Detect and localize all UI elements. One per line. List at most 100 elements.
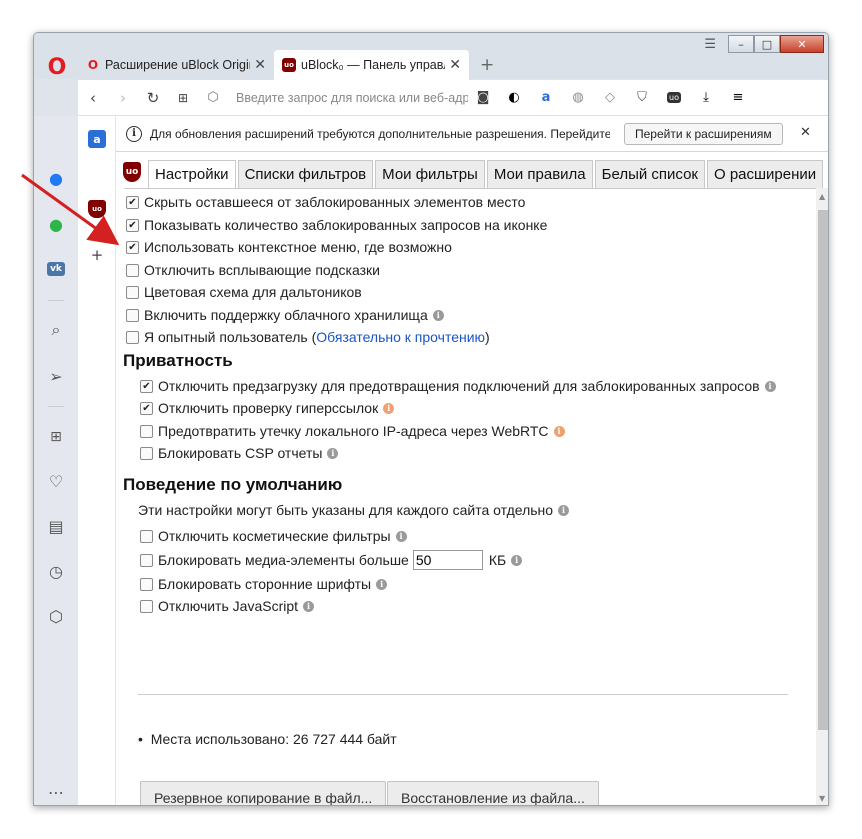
- download-icon[interactable]: ⤓: [690, 84, 722, 112]
- opera-extension-icon[interactable]: ◐: [498, 84, 530, 112]
- tab-my-filters[interactable]: Мои фильтры: [375, 160, 485, 188]
- back-icon[interactable]: ‹: [78, 84, 108, 112]
- easy-setup-icon[interactable]: ☰: [704, 37, 716, 52]
- extensions-cube-icon[interactable]: ⬡: [44, 604, 68, 628]
- warning-info-icon[interactable]: i: [553, 425, 565, 437]
- checkbox[interactable]: [126, 263, 139, 277]
- forward-icon[interactable]: ›: [108, 84, 138, 112]
- backup-button[interactable]: Резервное копирование в файл...: [140, 781, 387, 805]
- option-prefetch[interactable]: ✔ Отключить предзагрузку для предотвраще…: [140, 378, 776, 394]
- address-bar[interactable]: Введите запрос для поиска или веб-адрес: [228, 86, 468, 110]
- restore-button[interactable]: Восстановление из файла...: [387, 781, 599, 805]
- reload-icon[interactable]: ↻: [138, 84, 168, 112]
- option-cloud-storage[interactable]: Включить поддержку облачного хранилища i: [126, 307, 444, 323]
- info-icon[interactable]: i: [511, 554, 523, 566]
- option-context-menu[interactable]: ✔ Использовать контекстное меню, где воз…: [126, 239, 452, 255]
- ublock-panel-icon[interactable]: uo: [88, 200, 106, 218]
- checkbox[interactable]: [126, 285, 139, 299]
- speed-dial-sidebar-icon[interactable]: ⊞: [44, 425, 68, 449]
- option-colorblind[interactable]: Цветовая схема для дальтоников: [126, 284, 362, 300]
- ublock-toolbar-icon[interactable]: uo: [658, 84, 690, 112]
- media-size-input[interactable]: [412, 550, 483, 570]
- tab-settings[interactable]: Настройки: [148, 160, 236, 188]
- checkbox[interactable]: ✔: [126, 195, 139, 209]
- tab-ublock-extension[interactable]: O Расширение uBlock Origin ✕: [78, 50, 274, 80]
- option-csp-reports[interactable]: Блокировать CSP отчеты i: [140, 445, 339, 461]
- checkbox[interactable]: [140, 599, 153, 613]
- more-icon[interactable]: ⋯: [44, 780, 68, 804]
- option-label: Предотвратить утечку локального IP-адрес…: [158, 423, 549, 439]
- scroll-up-icon[interactable]: ▲: [819, 192, 825, 201]
- option-show-badge[interactable]: ✔ Показывать количество заблокированных …: [126, 217, 547, 233]
- checkbox[interactable]: ✔: [126, 218, 139, 232]
- checkbox[interactable]: [140, 446, 153, 460]
- checkbox[interactable]: [140, 553, 153, 567]
- snapshot-icon[interactable]: ◙: [468, 84, 498, 112]
- maximize-icon[interactable]: □: [754, 35, 780, 53]
- vk-icon[interactable]: vk: [44, 257, 68, 281]
- info-icon: i: [126, 125, 142, 142]
- opera-logo-icon[interactable]: O: [44, 54, 70, 80]
- scroll-down-icon[interactable]: ▼: [819, 794, 825, 803]
- checkbox[interactable]: [140, 424, 153, 438]
- new-tab-icon[interactable]: +: [480, 55, 494, 75]
- brush-icon[interactable]: ◇: [594, 84, 626, 112]
- speed-dial-icon[interactable]: ⊞: [168, 84, 198, 112]
- tab-close-icon[interactable]: ✕: [449, 57, 461, 73]
- whatsapp-icon[interactable]: ●: [44, 212, 68, 236]
- tab-whitelist[interactable]: Белый список: [594, 160, 705, 188]
- close-window-icon[interactable]: ✕: [780, 35, 824, 53]
- search-icon[interactable]: ⌕: [44, 318, 68, 342]
- option-hide-placeholders[interactable]: ✔ Скрыть оставшееся от заблокированных э…: [126, 194, 525, 210]
- tab-close-icon[interactable]: ✕: [254, 57, 266, 73]
- option-no-javascript[interactable]: Отключить JavaScript i: [140, 598, 315, 614]
- tab-filter-lists[interactable]: Списки фильтров: [237, 160, 374, 188]
- option-suffix: ): [485, 329, 490, 345]
- checkbox[interactable]: ✔: [140, 401, 153, 415]
- security-badge-icon[interactable]: ⬡: [198, 84, 228, 112]
- option-remote-fonts[interactable]: Блокировать сторонние шрифты i: [140, 576, 388, 592]
- checkbox[interactable]: ✔: [126, 240, 139, 254]
- checkbox[interactable]: [126, 330, 139, 344]
- info-icon[interactable]: i: [558, 504, 570, 516]
- warning-info-icon[interactable]: i: [383, 402, 395, 414]
- settings-sliders-icon[interactable]: ≡: [722, 84, 754, 112]
- info-icon[interactable]: i: [327, 447, 339, 459]
- option-label: Отключить предзагрузку для предотвращени…: [158, 378, 760, 394]
- option-large-media[interactable]: Блокировать медиа-элементы больше КБ i: [140, 550, 523, 570]
- info-icon[interactable]: i: [395, 530, 407, 542]
- go-to-extensions-button[interactable]: Перейти к расширениям: [624, 123, 783, 145]
- heart-icon[interactable]: ♡: [44, 469, 68, 493]
- shield-icon[interactable]: ⛉: [626, 84, 658, 112]
- checkbox[interactable]: ✔: [140, 379, 153, 393]
- vertical-scrollbar[interactable]: ▲ ▼: [816, 188, 828, 805]
- checkbox[interactable]: [126, 308, 139, 322]
- tab-about[interactable]: О расширении: [706, 160, 824, 188]
- history-icon[interactable]: ◷: [44, 559, 68, 583]
- infobar-close-icon[interactable]: ✕: [800, 125, 811, 140]
- info-icon[interactable]: i: [432, 309, 444, 321]
- option-hyperlink-auditing[interactable]: ✔ Отключить проверку гиперссылок i: [140, 400, 395, 416]
- globe-icon[interactable]: ◍: [562, 84, 594, 112]
- option-webrtc[interactable]: Предотвратить утечку локального IP-адрес…: [140, 423, 565, 439]
- messenger-icon[interactable]: ●: [44, 166, 68, 190]
- checkbox[interactable]: [140, 529, 153, 543]
- tab-ublock-dashboard[interactable]: uo uBlock₀ — Панель управления ✕: [274, 50, 469, 80]
- tab-my-rules[interactable]: Мои правила: [486, 160, 593, 188]
- option-disable-tooltips[interactable]: Отключить всплывающие подсказки: [126, 262, 380, 278]
- title-bar: ☰ – □ ✕ O O Расширение uBlock Origin ✕ u…: [34, 33, 828, 80]
- add-panel-icon[interactable]: +: [88, 246, 106, 264]
- checkbox[interactable]: [140, 577, 153, 591]
- minimize-icon[interactable]: –: [728, 35, 754, 53]
- required-reading-link[interactable]: Обязательно к прочтению: [316, 329, 485, 345]
- info-icon[interactable]: i: [303, 600, 315, 612]
- translator-extension-icon[interactable]: a: [530, 84, 562, 112]
- option-advanced-user[interactable]: Я опытный пользователь ( Обязательно к п…: [126, 329, 490, 345]
- translator-panel-icon[interactable]: a: [88, 130, 106, 148]
- info-icon[interactable]: i: [376, 578, 388, 590]
- send-icon[interactable]: ➢: [44, 364, 68, 388]
- option-no-cosmetic[interactable]: Отключить косметические фильтры i: [140, 528, 407, 544]
- news-icon[interactable]: ▤: [44, 514, 68, 538]
- scroll-thumb[interactable]: [818, 210, 828, 730]
- info-icon[interactable]: i: [764, 380, 776, 392]
